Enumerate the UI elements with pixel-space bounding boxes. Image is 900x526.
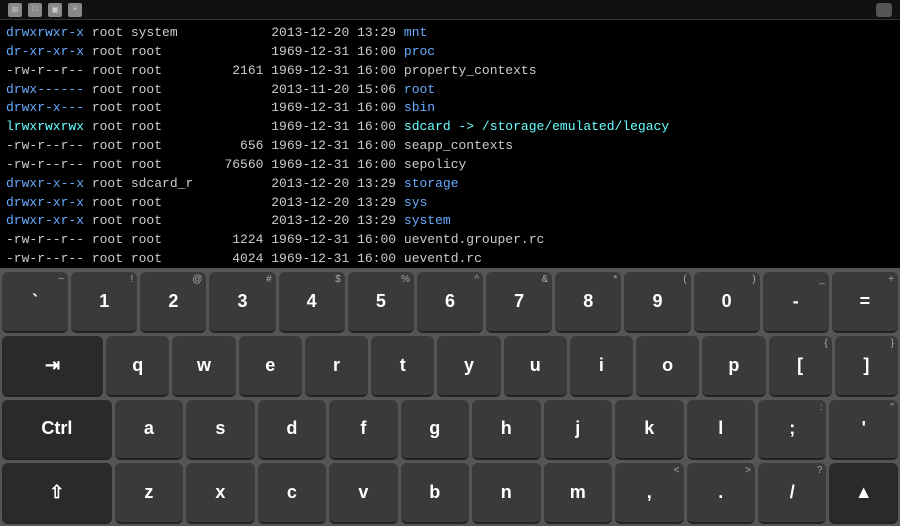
key-ctrl[interactable]: Ctrl <box>2 400 112 461</box>
key-q[interactable]: q <box>106 336 169 397</box>
key-comma[interactable]: <, <box>615 463 683 524</box>
key-5[interactable]: %5 <box>348 272 414 333</box>
key-0[interactable]: )0 <box>694 272 760 333</box>
key-1[interactable]: !1 <box>71 272 137 333</box>
keyboard-row-asdf-row: Ctrlasdfghjkl:;"' <box>2 400 898 461</box>
key-period[interactable]: >. <box>687 463 755 524</box>
key-quote[interactable]: "' <box>829 400 897 461</box>
status-bar: ⊞ □ ▣ ≡ <box>0 0 900 20</box>
keyboard: ~`!1@2#3$4%5^6&7*8(9)0_-+=⇥qwertyuiop{[}… <box>0 268 900 526</box>
key-arrow-up[interactable]: ▲ <box>829 463 897 524</box>
key-semicolon[interactable]: :; <box>758 400 826 461</box>
key-d[interactable]: d <box>258 400 326 461</box>
terminal-output: drwxrwxr-x root system 2013-12-20 13:29 … <box>0 20 900 268</box>
keyboard-row-zxcv-row: ⇧zxcvbnm<,>.?/▲ <box>2 463 898 524</box>
key-p[interactable]: p <box>702 336 765 397</box>
grid-icon: ⊞ <box>8 3 22 17</box>
key-3[interactable]: #3 <box>209 272 275 333</box>
keyboard-row-qwerty-row: ⇥qwertyuiop{[}] <box>2 336 898 397</box>
key-n[interactable]: n <box>472 463 540 524</box>
keyboard-row-num-row: ~`!1@2#3$4%5^6&7*8(9)0_-+= <box>2 272 898 333</box>
key-b[interactable]: b <box>401 463 469 524</box>
key-j[interactable]: j <box>544 400 612 461</box>
key-equals[interactable]: += <box>832 272 898 333</box>
key-w[interactable]: w <box>172 336 235 397</box>
key-slash[interactable]: ?/ <box>758 463 826 524</box>
box-icon: ▣ <box>48 3 62 17</box>
key-h[interactable]: h <box>472 400 540 461</box>
key-f[interactable]: f <box>329 400 397 461</box>
key-shift[interactable]: ⇧ <box>2 463 112 524</box>
key-g[interactable]: g <box>401 400 469 461</box>
key-y[interactable]: y <box>437 336 500 397</box>
key-tab[interactable]: ⇥ <box>2 336 103 397</box>
key-u[interactable]: u <box>504 336 567 397</box>
key-t[interactable]: t <box>371 336 434 397</box>
key-s[interactable]: s <box>186 400 254 461</box>
key-m[interactable]: m <box>544 463 612 524</box>
key-2[interactable]: @2 <box>140 272 206 333</box>
key-minus[interactable]: _- <box>763 272 829 333</box>
key-e[interactable]: e <box>239 336 302 397</box>
key-k[interactable]: k <box>615 400 683 461</box>
bars-icon: ≡ <box>68 3 82 17</box>
key-o[interactable]: o <box>636 336 699 397</box>
key-l[interactable]: l <box>687 400 755 461</box>
key-a[interactable]: a <box>115 400 183 461</box>
square-icon: □ <box>28 3 42 17</box>
key-7[interactable]: &7 <box>486 272 552 333</box>
key-8[interactable]: *8 <box>555 272 621 333</box>
key-x[interactable]: x <box>186 463 254 524</box>
key-lbracket[interactable]: {[ <box>769 336 832 397</box>
key-i[interactable]: i <box>570 336 633 397</box>
key-z[interactable]: z <box>115 463 183 524</box>
key-r[interactable]: r <box>305 336 368 397</box>
key-9[interactable]: (9 <box>624 272 690 333</box>
status-icons: ⊞ □ ▣ ≡ <box>8 3 82 17</box>
key-rbracket[interactable]: }] <box>835 336 898 397</box>
key-backtick[interactable]: ~` <box>2 272 68 333</box>
key-v[interactable]: v <box>329 463 397 524</box>
top-right-icon <box>876 3 892 17</box>
key-6[interactable]: ^6 <box>417 272 483 333</box>
key-c[interactable]: c <box>258 463 326 524</box>
key-4[interactable]: $4 <box>279 272 345 333</box>
